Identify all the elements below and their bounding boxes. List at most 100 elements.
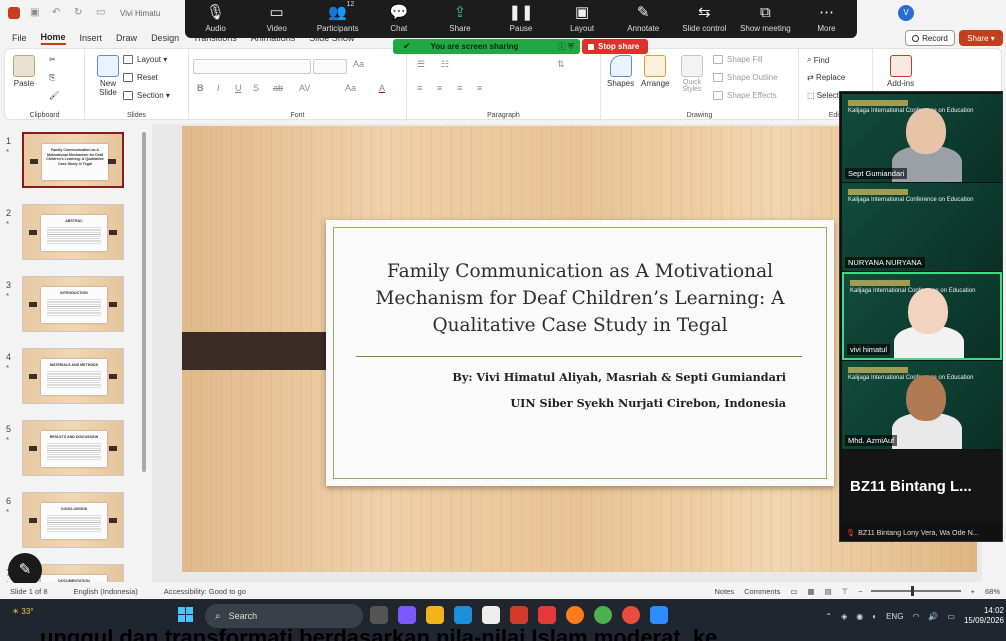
tray-chevron-icon[interactable]: ⌃	[825, 612, 832, 621]
paste-button[interactable]: Paste	[13, 55, 35, 88]
shadow-button[interactable]: S	[253, 83, 259, 93]
undo-icon[interactable]: ↶	[52, 8, 64, 18]
tab-file[interactable]: File	[12, 33, 27, 43]
justify-icon[interactable]: ≡	[477, 83, 482, 93]
slide-thumbnail[interactable]: ABSTRAC	[22, 204, 124, 260]
font-name-field[interactable]	[193, 59, 311, 74]
edge-icon[interactable]	[454, 606, 472, 624]
layout-button[interactable]: Layout ▾	[123, 55, 167, 64]
new-slide-button[interactable]: New Slide	[91, 55, 125, 97]
find-button[interactable]: ⌕ Find	[807, 55, 829, 65]
tab-home[interactable]: Home	[40, 32, 66, 45]
shape-effects-button[interactable]: Shape Effects	[713, 91, 777, 100]
notes-button[interactable]: Notes	[715, 587, 735, 596]
copy-icon[interactable]: ⎘	[49, 73, 55, 83]
zoom-level[interactable]: 68%	[985, 587, 1000, 596]
copilot-icon[interactable]	[398, 606, 416, 624]
zoom-app-icon[interactable]	[650, 606, 668, 624]
increase-font-button[interactable]: Aa	[353, 59, 364, 69]
italic-button[interactable]: I	[217, 83, 220, 93]
slide-authors[interactable]: By: Vivi Himatul Aliyah, Masriah & Septi…	[350, 370, 786, 384]
font-size-field[interactable]	[313, 59, 347, 74]
slide-sorter-icon[interactable]: ▦	[807, 587, 814, 596]
slide-thumbnail[interactable]: INTRODUCTION	[22, 276, 124, 332]
zoom-pause-button[interactable]: ❚❚ Pause	[490, 3, 551, 33]
addins-button[interactable]: Add-ins	[887, 55, 914, 88]
reset-button[interactable]: Reset	[123, 73, 158, 82]
slide-thumbnail[interactable]: MATERIALS AND METHODS	[22, 348, 124, 404]
zoom-chat-button[interactable]: 💬 Chat	[368, 3, 429, 33]
zoom-share-button[interactable]: ⇪ Share	[429, 3, 490, 33]
shape-outline-button[interactable]: Shape Outline	[713, 73, 778, 82]
slide-thumbnail[interactable]: Family Communication as A Motivational M…	[22, 132, 124, 188]
zoom-annotate-button[interactable]: ✎ Annotate	[613, 3, 674, 33]
start-slideshow-icon[interactable]: ▭	[96, 8, 108, 18]
align-center-icon[interactable]: ≡	[437, 83, 442, 93]
slide-thumbnail[interactable]: CONCLUSIONS	[22, 492, 124, 548]
start-button[interactable]	[178, 607, 194, 623]
save-icon[interactable]: ▣	[30, 8, 42, 18]
align-left-icon[interactable]: ≡	[417, 83, 422, 93]
user-avatar[interactable]: V	[898, 5, 914, 21]
zoom-in-icon[interactable]: +	[971, 587, 975, 596]
reading-view-icon[interactable]: ▤	[825, 587, 832, 596]
tray-input-language[interactable]: ENG	[886, 612, 903, 621]
participant-video-tile[interactable]: Kalijaga International Conference on Edu…	[842, 361, 1002, 449]
battery-icon[interactable]: ▭	[947, 612, 955, 621]
tray-vpn-icon[interactable]: ◉	[856, 612, 863, 621]
slide-thumbnail-row[interactable]: 5 * RESULTS AND DISCUSSION	[0, 418, 150, 480]
record-button[interactable]: Record	[905, 30, 955, 46]
replace-button[interactable]: ⇄ Replace	[807, 73, 845, 82]
slide-thumbnail-row[interactable]: 2 * ABSTRAC	[0, 202, 150, 264]
zoom-slider[interactable]	[870, 586, 961, 596]
share-button[interactable]: Share ▾	[959, 30, 1003, 46]
cut-icon[interactable]: ✂	[49, 55, 56, 64]
character-spacing-button[interactable]: AV	[299, 83, 310, 93]
slideshow-view-icon[interactable]: ⊤	[842, 587, 849, 596]
participant-video-tile[interactable]: Kalijaga International Conference on Edu…	[842, 94, 1002, 182]
screen-sharing-banner[interactable]: ✔ You are screen sharing ⓘ ⛨	[393, 39, 580, 54]
tab-insert[interactable]: Insert	[80, 33, 103, 43]
participant-name-tile[interactable]: BZ11 Bintang L...	[842, 450, 1002, 522]
accessibility-status[interactable]: Accessibility: Good to go	[164, 587, 246, 596]
bold-button[interactable]: B	[197, 83, 204, 93]
zoom-slide-control-button[interactable]: ⇆ Slide control	[674, 3, 735, 33]
zoom-show-meeting-button[interactable]: ⧉ Show meeting	[735, 3, 796, 33]
weather-widget[interactable]: ☀ 33°	[12, 607, 34, 616]
normal-view-icon[interactable]: ▭	[790, 587, 797, 596]
slide-title[interactable]: Family Communication as A Motivational M…	[350, 258, 810, 339]
language-status[interactable]: English (Indonesia)	[74, 587, 138, 596]
zoom-video-button[interactable]: ▭ Video	[246, 3, 307, 33]
zoom-participants-button[interactable]: 👥 12 Participants	[307, 1, 368, 33]
align-right-icon[interactable]: ≡	[457, 83, 462, 93]
firefox-icon[interactable]	[566, 606, 584, 624]
select-button[interactable]: ⬚ Select	[807, 91, 839, 100]
volume-icon[interactable]: 🔊	[928, 612, 938, 621]
file-explorer-icon[interactable]	[426, 606, 444, 624]
strikethrough-button[interactable]: ab	[273, 83, 283, 93]
wifi-icon[interactable]: ◠	[912, 612, 919, 621]
stop-share-button[interactable]: Stop share	[582, 39, 648, 54]
underline-button[interactable]: U	[235, 83, 242, 93]
redo-icon[interactable]: ↻	[74, 8, 86, 18]
tray-speaker-icon[interactable]: ◐	[872, 612, 877, 621]
zoom-out-icon[interactable]: −	[858, 587, 862, 596]
slide-affiliation[interactable]: UIN Siber Syekh Nurjati Cirebon, Indones…	[350, 396, 786, 410]
slide-thumbnail[interactable]: RESULTS AND DISCUSSION	[22, 420, 124, 476]
participant-video-tile[interactable]: Kalijaga International Conference on Edu…	[842, 272, 1002, 360]
taskbar-search[interactable]: ⌕ Search	[205, 604, 363, 628]
font-color-button[interactable]: A	[379, 83, 385, 93]
zoom-audio-button[interactable]: 🎙 Audio	[185, 3, 246, 33]
clock[interactable]: 14:02 15/09/2026	[964, 606, 1004, 626]
zoom-more-button[interactable]: ⋯ More	[796, 3, 857, 33]
arrange-button[interactable]: Arrange	[641, 55, 669, 88]
quick-styles-button[interactable]: Quick Styles	[677, 55, 707, 93]
slide-thumbnail-row[interactable]: 1 * Family Communication as A Motivational…	[0, 130, 150, 192]
section-button[interactable]: Section ▾	[123, 91, 170, 100]
change-case-button[interactable]: Aa	[345, 83, 356, 93]
sharing-info-icon[interactable]: ⓘ ⛨	[558, 41, 574, 52]
store-icon[interactable]	[482, 606, 500, 624]
slide-thumbnail-row[interactable]: 3 * INTRODUCTION	[0, 274, 150, 336]
numbering-icon[interactable]: ☷	[441, 59, 449, 70]
slide-thumbnail-row[interactable]: 6 * CONCLUSIONS	[0, 490, 150, 552]
